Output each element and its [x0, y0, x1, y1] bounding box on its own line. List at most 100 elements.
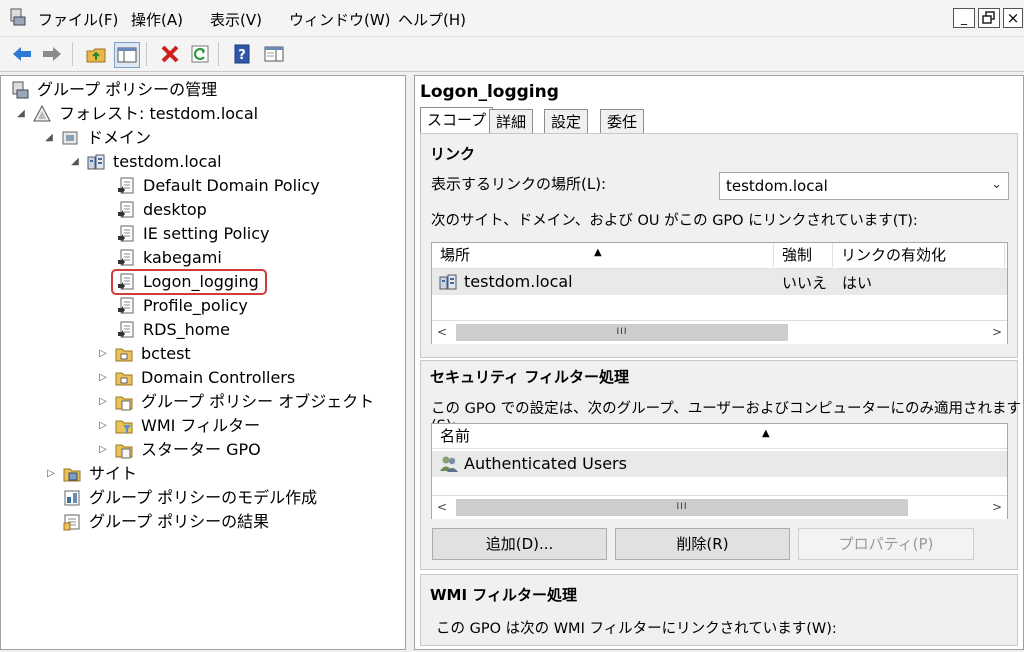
wmi-description: この GPO は次の WMI フィルターにリンクされています(W):	[436, 621, 837, 637]
tree-item-label: kabegami	[143, 248, 222, 267]
refresh-button[interactable]	[188, 42, 212, 66]
help-icon: ?	[234, 44, 250, 64]
tab-scope[interactable]: スコープ	[420, 107, 494, 134]
svg-text:?: ?	[238, 48, 246, 63]
scrollbar-thumb[interactable]: III	[456, 324, 788, 341]
scroll-left-icon[interactable]: <	[432, 496, 452, 518]
up-folder-button[interactable]	[84, 42, 108, 66]
users-group-icon	[439, 455, 459, 477]
restore-icon	[982, 11, 995, 24]
scroll-right-icon[interactable]: >	[987, 321, 1007, 343]
restore-button[interactable]	[978, 8, 1000, 28]
expand-arrow-icon[interactable]: ▷	[97, 414, 109, 438]
tree-item-gpo-link[interactable]: kabegami	[7, 246, 374, 270]
forward-button[interactable]	[40, 42, 64, 66]
tree-item-gpo-container[interactable]: ▷ グループ ポリシー オブジェクト	[7, 390, 374, 414]
sites-icon	[63, 465, 81, 483]
menu-action[interactable]: 操作(A)	[131, 9, 183, 30]
properties-button-disabled[interactable]: プロパティ(P)	[798, 528, 974, 560]
dropdown-value: testdom.local	[726, 177, 828, 195]
tree-item-gp-modeling[interactable]: グループ ポリシーのモデル作成	[7, 486, 374, 510]
results-icon	[63, 513, 81, 531]
tab-settings[interactable]: 設定	[544, 109, 589, 133]
scrollbar-thumb[interactable]: III	[456, 499, 908, 516]
cell-location: testdom.local	[464, 272, 573, 291]
tree-item-label: desktop	[143, 200, 207, 219]
wmi-filter-folder-icon	[115, 417, 133, 435]
tree-item-gpo-link[interactable]: RDS_home	[7, 318, 374, 342]
gpo-link-icon	[117, 177, 135, 195]
link-location-dropdown[interactable]: testdom.local ⌄	[719, 172, 1009, 200]
properties-button[interactable]	[262, 42, 286, 66]
security-heading: セキュリティ フィルター処理	[430, 368, 630, 386]
add-button[interactable]: 追加(D)...	[432, 528, 607, 560]
tree-item-sites[interactable]: ▷ サイト	[7, 462, 374, 486]
tree-item-ou-bctest[interactable]: ▷ bctest	[7, 342, 374, 366]
gpo-link-icon	[117, 249, 135, 267]
tree-item-wmi-filters[interactable]: ▷ WMI フィルター	[7, 414, 374, 438]
tab-delegation[interactable]: 委任	[600, 109, 645, 133]
console-tree: グループ ポリシーの管理 ◢ フォレスト: testdom.local ◢ ドメ…	[0, 75, 406, 650]
expand-arrow-icon[interactable]: ▷	[97, 342, 109, 366]
menu-file[interactable]: ファイル(F)	[38, 9, 118, 30]
column-header-link-enabled[interactable]: リンクの有効化	[833, 243, 1005, 267]
collapse-arrow-icon[interactable]: ◢	[69, 150, 81, 174]
table-row[interactable]: Authenticated Users	[432, 451, 1007, 477]
tree-item-label: Logon_logging	[143, 272, 259, 291]
table-row[interactable]: testdom.local いいえ はい	[432, 269, 1007, 295]
tree-item-gpo-link-selected[interactable]: Logon_logging	[7, 269, 374, 295]
expand-arrow-icon[interactable]: ▷	[97, 366, 109, 390]
tree-item-label: グループ ポリシーのモデル作成	[89, 488, 318, 507]
tree-item-label: サイト	[89, 464, 138, 483]
expand-arrow-icon[interactable]: ▷	[97, 438, 109, 462]
menu-help[interactable]: ヘルプ(H)	[398, 9, 466, 30]
tree-item-starter-gpos[interactable]: ▷ スターター GPO	[7, 438, 374, 462]
remove-button[interactable]: 削除(R)	[615, 528, 790, 560]
links-horizontal-scrollbar[interactable]: < III >	[432, 320, 1007, 344]
collapse-arrow-icon[interactable]: ◢	[43, 126, 55, 150]
security-list[interactable]: 名前 ▲ Authenticated Users < III >	[431, 423, 1008, 519]
expand-arrow-icon[interactable]: ▷	[97, 390, 109, 414]
refresh-icon	[191, 45, 209, 63]
tree-item-gpo-link[interactable]: Profile_policy	[7, 294, 374, 318]
close-button[interactable]: ×	[1003, 8, 1023, 28]
scroll-left-icon[interactable]: <	[432, 321, 452, 343]
tree-item-gpo-link[interactable]: desktop	[7, 198, 374, 222]
tree-item-gpo-link[interactable]: IE setting Policy	[7, 222, 374, 246]
domains-icon	[61, 129, 79, 147]
tree-item-label: bctest	[141, 344, 191, 363]
chevron-down-icon: ⌄	[991, 177, 1002, 192]
column-header-name[interactable]: 名前 ▲	[432, 424, 1007, 448]
security-horizontal-scrollbar[interactable]: < III >	[432, 495, 1007, 519]
starter-gpo-folder-icon	[115, 441, 133, 459]
links-list[interactable]: 場所 ▲ 強制 リンクの有効化 testdom.local いいえ はい < I…	[431, 242, 1008, 344]
cell-link-enabled: はい	[842, 274, 873, 292]
column-header-location[interactable]: 場所 ▲	[432, 243, 774, 267]
collapse-arrow-icon[interactable]: ◢	[15, 102, 27, 126]
back-button[interactable]	[10, 42, 34, 66]
minimize-button[interactable]: _	[953, 8, 975, 28]
tree-item-gp-results[interactable]: グループ ポリシーの結果	[7, 510, 374, 534]
gpo-link-icon	[117, 201, 135, 219]
menu-view[interactable]: 表示(V)	[210, 9, 262, 30]
security-list-header: 名前 ▲	[432, 424, 1007, 449]
menu-window[interactable]: ウィンドウ(W)	[289, 9, 391, 30]
tree-item-gpo-link[interactable]: Default Domain Policy	[7, 174, 374, 198]
tree-item-label: グループ ポリシーの管理	[37, 80, 218, 99]
expand-arrow-icon[interactable]: ▷	[45, 462, 57, 486]
help-button[interactable]: ?	[230, 42, 254, 66]
delete-icon	[161, 45, 179, 63]
tree-item-gpm-root[interactable]: グループ ポリシーの管理	[7, 78, 374, 102]
tree-item-domains[interactable]: ◢ ドメイン	[7, 126, 374, 150]
show-hide-tree-button[interactable]	[114, 42, 140, 68]
tree-item-domain[interactable]: ◢ testdom.local	[7, 150, 374, 174]
tab-details[interactable]: 詳細	[489, 109, 534, 133]
cell-enforced: いいえ	[782, 274, 828, 292]
tree-item-forest[interactable]: ◢ フォレスト: testdom.local	[7, 102, 374, 126]
delete-button[interactable]	[158, 42, 182, 66]
column-header-enforced[interactable]: 強制	[774, 243, 833, 267]
tree-item-ou-domain-controllers[interactable]: ▷ Domain Controllers	[7, 366, 374, 390]
back-arrow-icon	[13, 47, 31, 61]
forest-icon	[33, 104, 51, 123]
scroll-right-icon[interactable]: >	[987, 496, 1007, 518]
